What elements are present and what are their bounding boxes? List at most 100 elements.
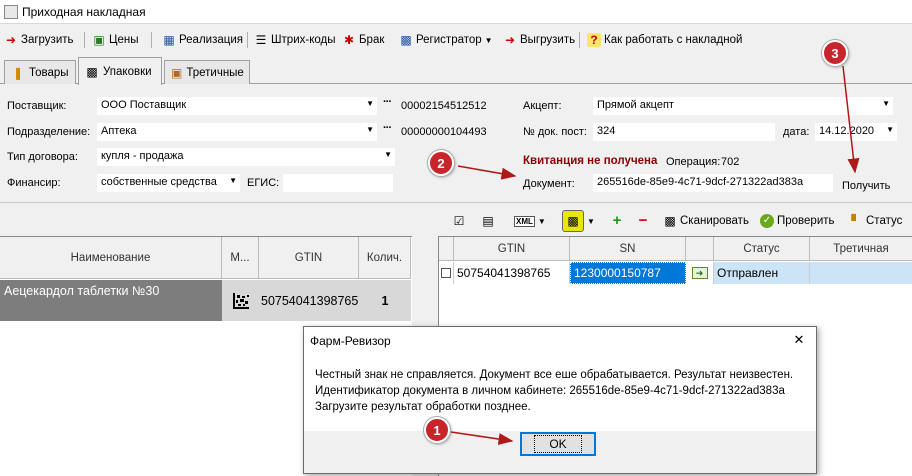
row-action-cell[interactable]: ➜ [686,262,714,284]
pill-icon: ❚ [12,65,24,80]
barcode-icon: ☰ [255,33,267,47]
division-more-button[interactable]: ··· [383,122,392,134]
window-title: Приходная накладная [22,5,146,19]
col-header-tertiary[interactable]: Третичная [810,237,912,261]
row-status-cell[interactable]: Отправлен [714,262,810,284]
tab-strip: ❚ Товары ▩ Упаковки ▣ Третичные [0,56,912,85]
finance-value: собственные средства [101,176,217,188]
load-button[interactable]: ➜ Загрузить [4,30,74,50]
col-header-mark[interactable]: М... [222,237,259,279]
docnum-label: № док. пост: [523,126,587,138]
row-name-cell[interactable]: Аецекардол таблетки №30 [0,280,222,321]
dialog-body: Честный знак не справляется. Документ вс… [304,355,816,473]
egis-input[interactable] [283,174,393,192]
col-header-qty[interactable]: Колич. [359,237,411,279]
scan-mode-button[interactable]: ▩ ▼ [562,209,595,233]
defect-button[interactable]: ✱ Брак [342,30,384,50]
col-header-status[interactable]: Статус [714,237,810,261]
division-value: Аптека [101,125,137,137]
supplier-code: 00002154512512 [401,100,487,112]
checkbox-icon [441,268,451,278]
division-dropdown-icon: ▼ [366,125,374,134]
load-button-label: Загрузить [21,34,74,46]
row-qty-cell[interactable]: 1 [359,280,411,321]
callout-2: 2 [428,150,454,176]
list-icon: ▤ [482,214,494,228]
receipt-status: Квитанция не получена [523,155,658,167]
col-header-gtin-r[interactable]: GTIN [454,237,570,261]
status-button[interactable]: ▘ Статус [849,212,902,230]
col-header-action [686,237,714,261]
remove-button[interactable]: − [636,212,650,230]
col-header-name[interactable]: Наименование [0,237,222,279]
datamatrix-icon: ▩ [664,214,676,228]
dialog-title: Фарм-Ревизор [310,334,391,348]
supplier-more-button[interactable]: ··· [383,96,392,108]
dialog-close-button[interactable]: ✕ [788,332,810,350]
col-header-gtin[interactable]: GTIN [259,237,359,279]
sale-document-icon: ▦ [163,33,175,47]
datamatrix-icon: ▩ [86,64,98,79]
col-header-select [439,237,454,261]
prices-button-label: Цены [109,34,139,46]
docnum-input[interactable]: 324 [593,123,775,141]
tab-goods[interactable]: ❚ Товары [4,60,76,84]
row-tertiary-cell[interactable] [810,262,912,284]
accept-dropdown-icon: ▼ [882,99,890,108]
accept-select[interactable]: Прямой акцепт ▼ [593,97,893,115]
supplier-value: ООО Поставщик [101,99,187,111]
date-label: дата: [783,126,810,138]
checklist-icon: ☑ [453,214,465,228]
list-view-button[interactable]: ▤ [481,212,495,230]
supplier-dropdown-icon: ▼ [366,99,374,108]
callout-1: 1 [424,417,450,443]
prices-button[interactable]: ▣ Цены [92,30,139,50]
unload-button-label: Выгрузить [520,34,576,46]
contract-dropdown-icon: ▼ [384,150,392,159]
add-button[interactable]: + [610,212,624,230]
date-picker[interactable]: 14.12.2020 ▼ [815,123,897,141]
tab-packages[interactable]: ▩ Упаковки [78,57,162,85]
row-sn-cell[interactable]: 1230000150787 [570,262,686,284]
date-value: 14.12.2020 [819,125,875,137]
operation-label: Операция: [666,156,721,168]
check-list-button[interactable]: ☑ [452,212,466,230]
dialog-titlebar: Фарм-Ревизор ✕ [304,327,816,355]
registrar-button[interactable]: ▩ Регистратор ▼ [399,30,492,50]
date-dropdown-icon: ▼ [886,125,894,134]
callout-3: 3 [822,40,848,66]
sale-button[interactable]: ▦ Реализация [162,30,243,50]
xml-button[interactable]: XML ▼ [514,212,546,230]
row-gtin-cell[interactable]: 50754041398765 [259,280,359,321]
registrar-icon: ▩ [400,33,412,47]
unload-button[interactable]: ➜ Выгрузить [503,30,575,50]
col-header-sn[interactable]: SN [570,237,686,261]
defect-bug-icon: ✱ [343,33,355,47]
tab-tertiary-label: Третичные [186,66,244,79]
help-button[interactable]: ? Как работать с накладной [587,30,742,50]
tab-tertiary[interactable]: ▣ Третичные [164,60,250,84]
contract-select[interactable]: купля - продажа ▼ [97,148,395,166]
finance-select[interactable]: собственные средства ▼ [97,174,240,192]
row-mark-cell[interactable] [222,280,259,321]
xml-dropdown-icon: ▼ [537,216,546,226]
barcodes-button[interactable]: ☰ Штрих-коды [254,30,336,50]
scan-button[interactable]: ▩ Сканировать [663,212,749,230]
dialog-message-line1: Честный знак не справляется. Документ вс… [315,369,794,381]
finance-dropdown-icon: ▼ [229,176,237,185]
help-question-icon: ? [587,33,601,47]
division-select[interactable]: Аптека ▼ [97,123,377,141]
document-input[interactable]: 265516de-85e9-4c71-9dcf-271322ad383a [593,174,833,192]
ok-button[interactable]: OK [520,432,596,456]
money-icon: ▣ [93,33,105,47]
minus-icon: − [638,212,648,229]
verify-button[interactable]: ✓ Проверить [760,212,835,230]
row-checkbox[interactable] [439,262,454,284]
window-titlebar: Приходная накладная [0,0,912,24]
scan-button-label: Сканировать [680,215,749,227]
row-gtin-r-cell[interactable]: 50754041398765 [454,262,570,284]
codes-toolbar: ☑ ▤ XML ▼ ▩ ▼ + − ▩ Сканировать ✓ Провер… [438,206,912,236]
datamatrix-icon [232,292,249,309]
supplier-select[interactable]: ООО Поставщик ▼ [97,97,377,115]
get-button[interactable]: Получить [842,180,890,192]
